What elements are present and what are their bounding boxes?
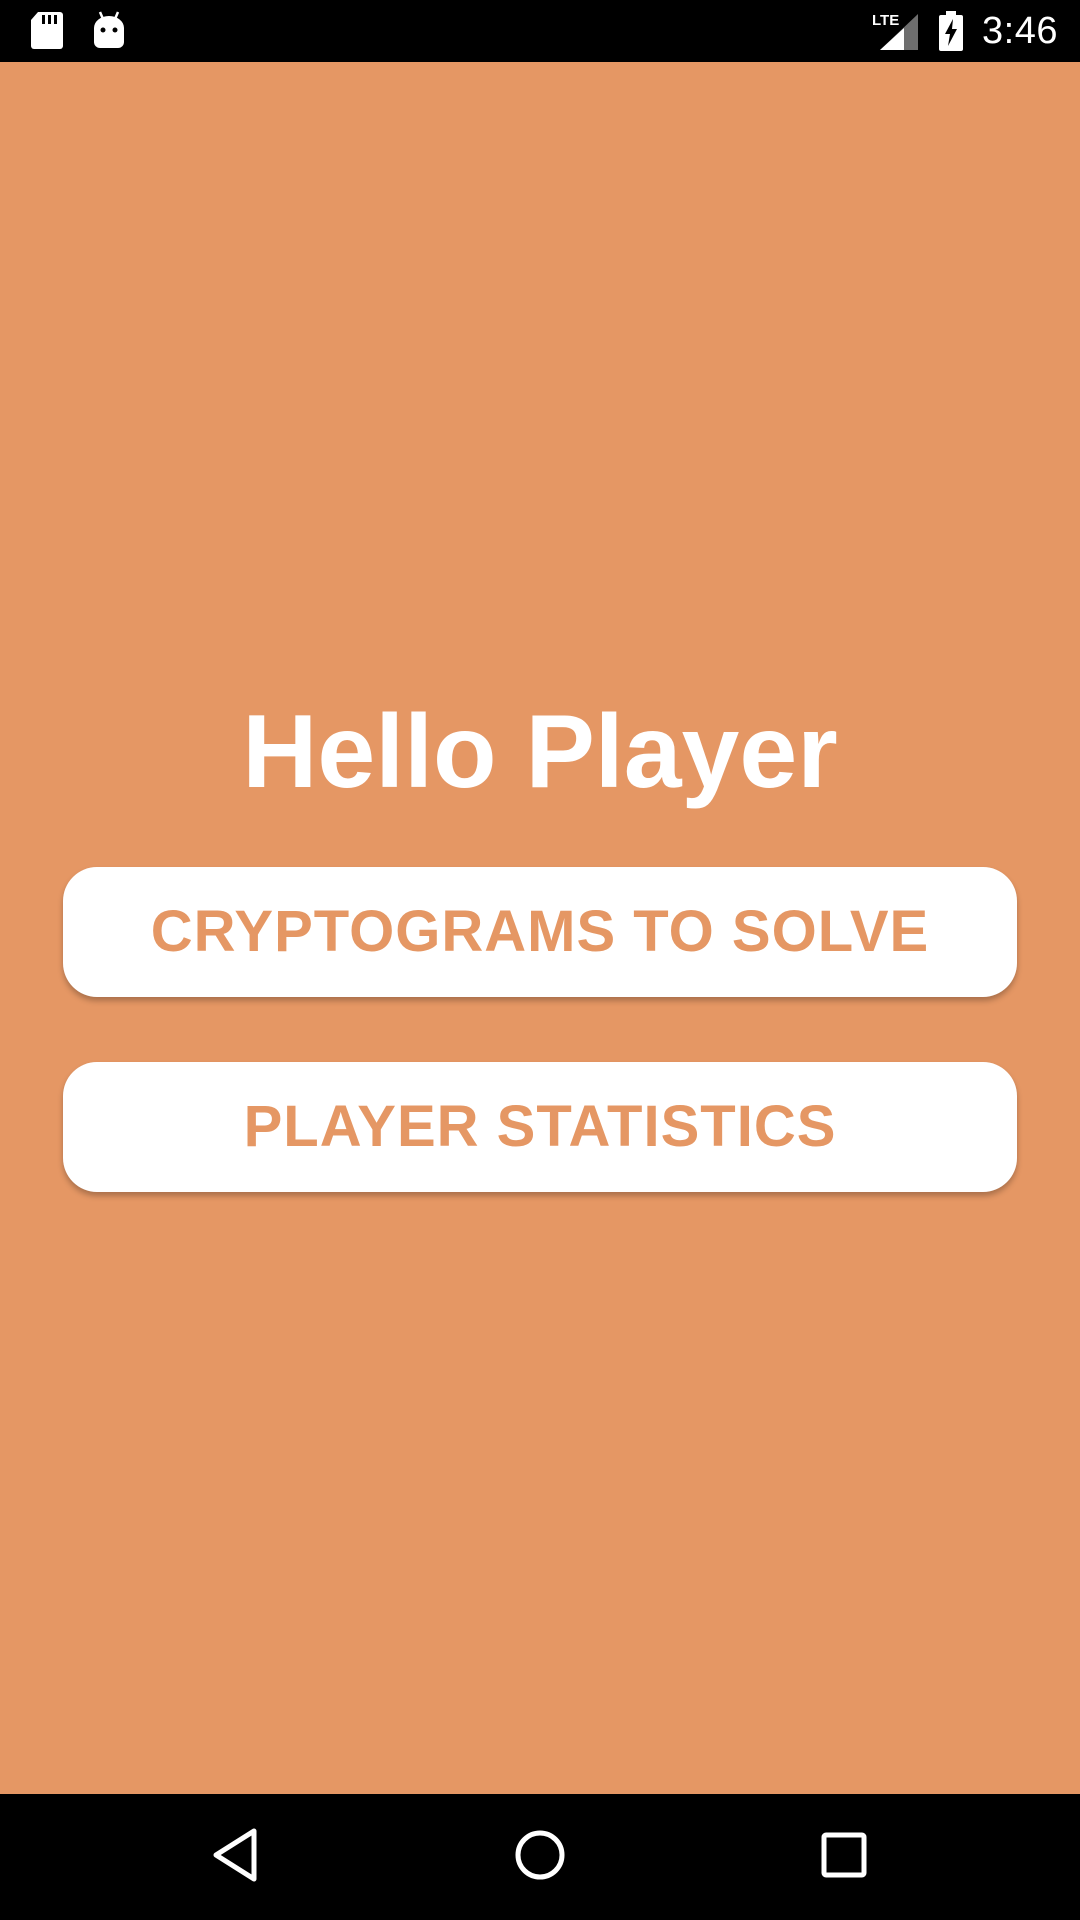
status-bar: LTE 3:46 — [0, 0, 1080, 62]
main-content: Hello Player CRYPTOGRAMS TO SOLVE PLAYER… — [0, 62, 1080, 1794]
back-button[interactable] — [190, 1812, 280, 1902]
cryptograms-to-solve-button[interactable]: CRYPTOGRAMS TO SOLVE — [63, 867, 1017, 997]
greeting-title: Hello Player — [242, 694, 838, 810]
player-statistics-button[interactable]: PLAYER STATISTICS — [63, 1062, 1017, 1192]
notification-icons — [30, 10, 126, 50]
lte-signal-icon: LTE — [872, 11, 920, 51]
home-button[interactable] — [495, 1812, 585, 1902]
battery-charging-icon — [938, 11, 964, 51]
recents-icon — [820, 1831, 868, 1884]
sd-card-icon — [30, 10, 64, 50]
back-icon — [210, 1827, 260, 1888]
app-screen: LTE 3:46 Hello Player CRYPTOGRAMS TO SOL… — [0, 0, 1080, 1920]
system-icons: LTE 3:46 — [872, 0, 1058, 62]
recents-button[interactable] — [799, 1812, 889, 1902]
lte-label: LTE — [872, 12, 899, 29]
clock: 3:46 — [982, 9, 1058, 52]
home-icon — [514, 1829, 566, 1886]
navigation-bar — [0, 1794, 1080, 1920]
android-debug-icon — [92, 10, 126, 50]
